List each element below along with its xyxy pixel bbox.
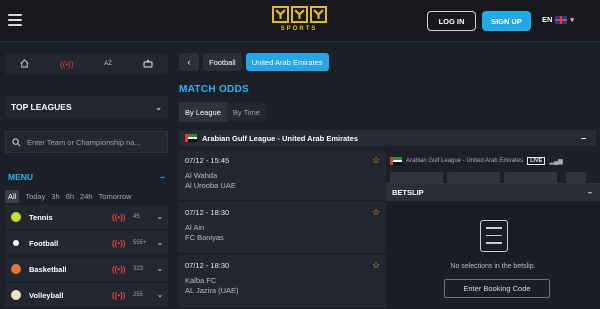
tab-by-league[interactable]: By League xyxy=(179,102,227,122)
booking-code-button[interactable]: Enter Booking Code xyxy=(444,279,550,298)
sport-label: Volleyball xyxy=(29,290,64,300)
betslip-title: BETSLIP xyxy=(392,188,424,197)
signal-icon: ▂▄▆ xyxy=(549,158,563,165)
search-icon xyxy=(12,137,21,146)
site-logo[interactable]: SPORTS xyxy=(271,6,327,40)
breadcrumb-football[interactable]: Football xyxy=(203,53,242,71)
sport-count: 555+ xyxy=(133,240,147,246)
league-header[interactable]: Arabian Gulf League - United Arab Emirat… xyxy=(179,130,596,146)
time-filter-3h[interactable]: 3h xyxy=(51,192,59,201)
hamburger-menu-icon[interactable] xyxy=(8,14,22,26)
time-filter-24h[interactable]: 24h xyxy=(80,192,93,201)
view-tabs: By League By Time xyxy=(179,102,266,122)
away-team: Al Urooba UAE xyxy=(185,181,236,190)
live-icon[interactable]: ((•)) xyxy=(60,60,73,69)
football-icon xyxy=(11,238,21,248)
home-team: Kalba FC xyxy=(185,276,217,285)
top-leagues-header[interactable]: TOP LEAGUES ⌄ xyxy=(5,96,168,118)
sport-label: Football xyxy=(29,238,59,248)
menu-label: MENU xyxy=(8,172,34,182)
live-icon: ((•)) xyxy=(112,290,126,300)
sport-count: 323 xyxy=(133,266,144,272)
event-row[interactable]: 07/12 - 15:45 ☆ Al Wahda Al Urooba UAE xyxy=(179,150,386,201)
event-time: 07/12 - 15:45 xyxy=(185,156,230,165)
sport-item-basketball[interactable]: Basketball ((•)) 323 ⌄ xyxy=(5,257,168,281)
home-team: Al Ain xyxy=(185,223,205,232)
event-time: 07/12 - 18:30 xyxy=(185,208,230,217)
brand-text: SPORTS xyxy=(280,26,318,32)
time-filter-tomorrow[interactable]: Tomorrow xyxy=(99,192,132,201)
sport-label: Basketball xyxy=(29,264,67,274)
star-icon[interactable]: ☆ xyxy=(372,207,380,218)
betslip-empty-text: No selections in the betslip. xyxy=(450,263,536,270)
live-league-strip[interactable]: Arabian Gulf League - United Arab Emirat… xyxy=(390,154,590,168)
breadcrumb: ‹ Football United Arab Emirates xyxy=(179,53,329,71)
sport-item-tennis[interactable]: Tennis ((•)) 45 ⌄ xyxy=(5,205,168,229)
az-link[interactable]: AZ xyxy=(104,61,112,67)
language-selector[interactable]: EN ▾ xyxy=(542,15,574,24)
time-filter-tabs: All Today 3h 6h 24h Tomorrow xyxy=(5,190,168,203)
breadcrumb-uae[interactable]: United Arab Emirates xyxy=(245,53,329,71)
basketball-icon xyxy=(11,264,21,274)
time-filter-6h[interactable]: 6h xyxy=(66,192,74,201)
star-icon[interactable]: ☆ xyxy=(372,155,380,166)
home-icon[interactable] xyxy=(20,58,29,70)
uk-flag-icon xyxy=(555,15,568,24)
collapse-icon[interactable]: – xyxy=(581,133,586,143)
event-time: 07/12 - 18:30 xyxy=(185,261,230,270)
live-badge: LIVE xyxy=(527,157,546,165)
league-name: Arabian Gulf League - United Arab Emirat… xyxy=(202,133,359,143)
receipt-icon xyxy=(480,220,508,252)
quick-links-bar: ((•)) AZ xyxy=(5,53,168,75)
betslip-header[interactable]: BETSLIP – xyxy=(386,184,600,201)
home-team: Al Wahda xyxy=(185,171,218,180)
back-arrow-icon[interactable]: ‹ xyxy=(179,53,199,71)
top-leagues-label: TOP LEAGUES xyxy=(11,102,72,112)
top-bar: SPORTS LOG IN SIGN UP EN ▾ xyxy=(0,0,600,42)
sport-count: 255 xyxy=(133,292,144,298)
sport-item-volleyball[interactable]: Volleyball ((•)) 255 ⌄ xyxy=(5,283,168,307)
live-icon: ((•)) xyxy=(112,212,126,222)
chevron-down-icon: ▾ xyxy=(570,16,574,24)
live-icon: ((•)) xyxy=(112,264,126,274)
menu-header[interactable]: MENU – xyxy=(5,169,168,185)
away-team: AL Jazira (UAE) xyxy=(185,286,239,295)
sport-count: 45 xyxy=(133,214,140,220)
collapse-icon[interactable]: – xyxy=(588,188,592,197)
chevron-down-icon: ⌄ xyxy=(157,240,163,247)
chevron-down-icon: ⌄ xyxy=(157,266,163,273)
tennis-ball-icon xyxy=(11,212,21,222)
uae-flag-icon xyxy=(390,157,402,166)
time-filter-today[interactable]: Today xyxy=(25,192,45,201)
page-title: MATCH ODDS xyxy=(179,84,250,95)
signup-button[interactable]: SIGN UP xyxy=(482,11,531,31)
search-placeholder: Enter Team or Championship na... xyxy=(27,137,141,147)
language-code: EN xyxy=(542,15,553,24)
sidebar: ((•)) AZ TOP LEAGUES ⌄ Enter Team or Cha… xyxy=(0,43,175,309)
time-filter-all[interactable]: All xyxy=(5,190,20,203)
chevron-down-icon: ⌄ xyxy=(157,292,163,299)
chevron-down-icon: ⌄ xyxy=(155,102,162,112)
betslip-panel: BETSLIP – No selections in the betslip. … xyxy=(386,183,600,309)
search-input[interactable]: Enter Team or Championship na... xyxy=(5,131,168,153)
live-icon: ((•)) xyxy=(112,238,126,248)
uae-flag-icon xyxy=(185,134,197,143)
chevron-down-icon: ⌄ xyxy=(157,214,163,221)
event-row[interactable]: 07/12 - 18:30 ☆ Kalba FC AL Jazira (UAE) xyxy=(179,255,386,309)
event-row[interactable]: 07/12 - 18:30 ☆ Al Ain FC Baniyas xyxy=(179,202,386,254)
casino-icon[interactable] xyxy=(142,59,153,70)
sport-label: Tennis xyxy=(29,212,53,222)
sport-item-football[interactable]: Football ((•)) 555+ ⌄ xyxy=(5,231,168,255)
volleyball-icon xyxy=(11,290,21,300)
tab-by-time[interactable]: By Time xyxy=(226,102,266,122)
away-team: FC Baniyas xyxy=(185,233,224,242)
collapse-icon[interactable]: – xyxy=(160,172,165,182)
live-league-name: Arabian Gulf League - United Arab Emirat… xyxy=(406,158,524,164)
star-icon[interactable]: ☆ xyxy=(372,260,380,271)
login-button[interactable]: LOG IN xyxy=(427,11,476,31)
